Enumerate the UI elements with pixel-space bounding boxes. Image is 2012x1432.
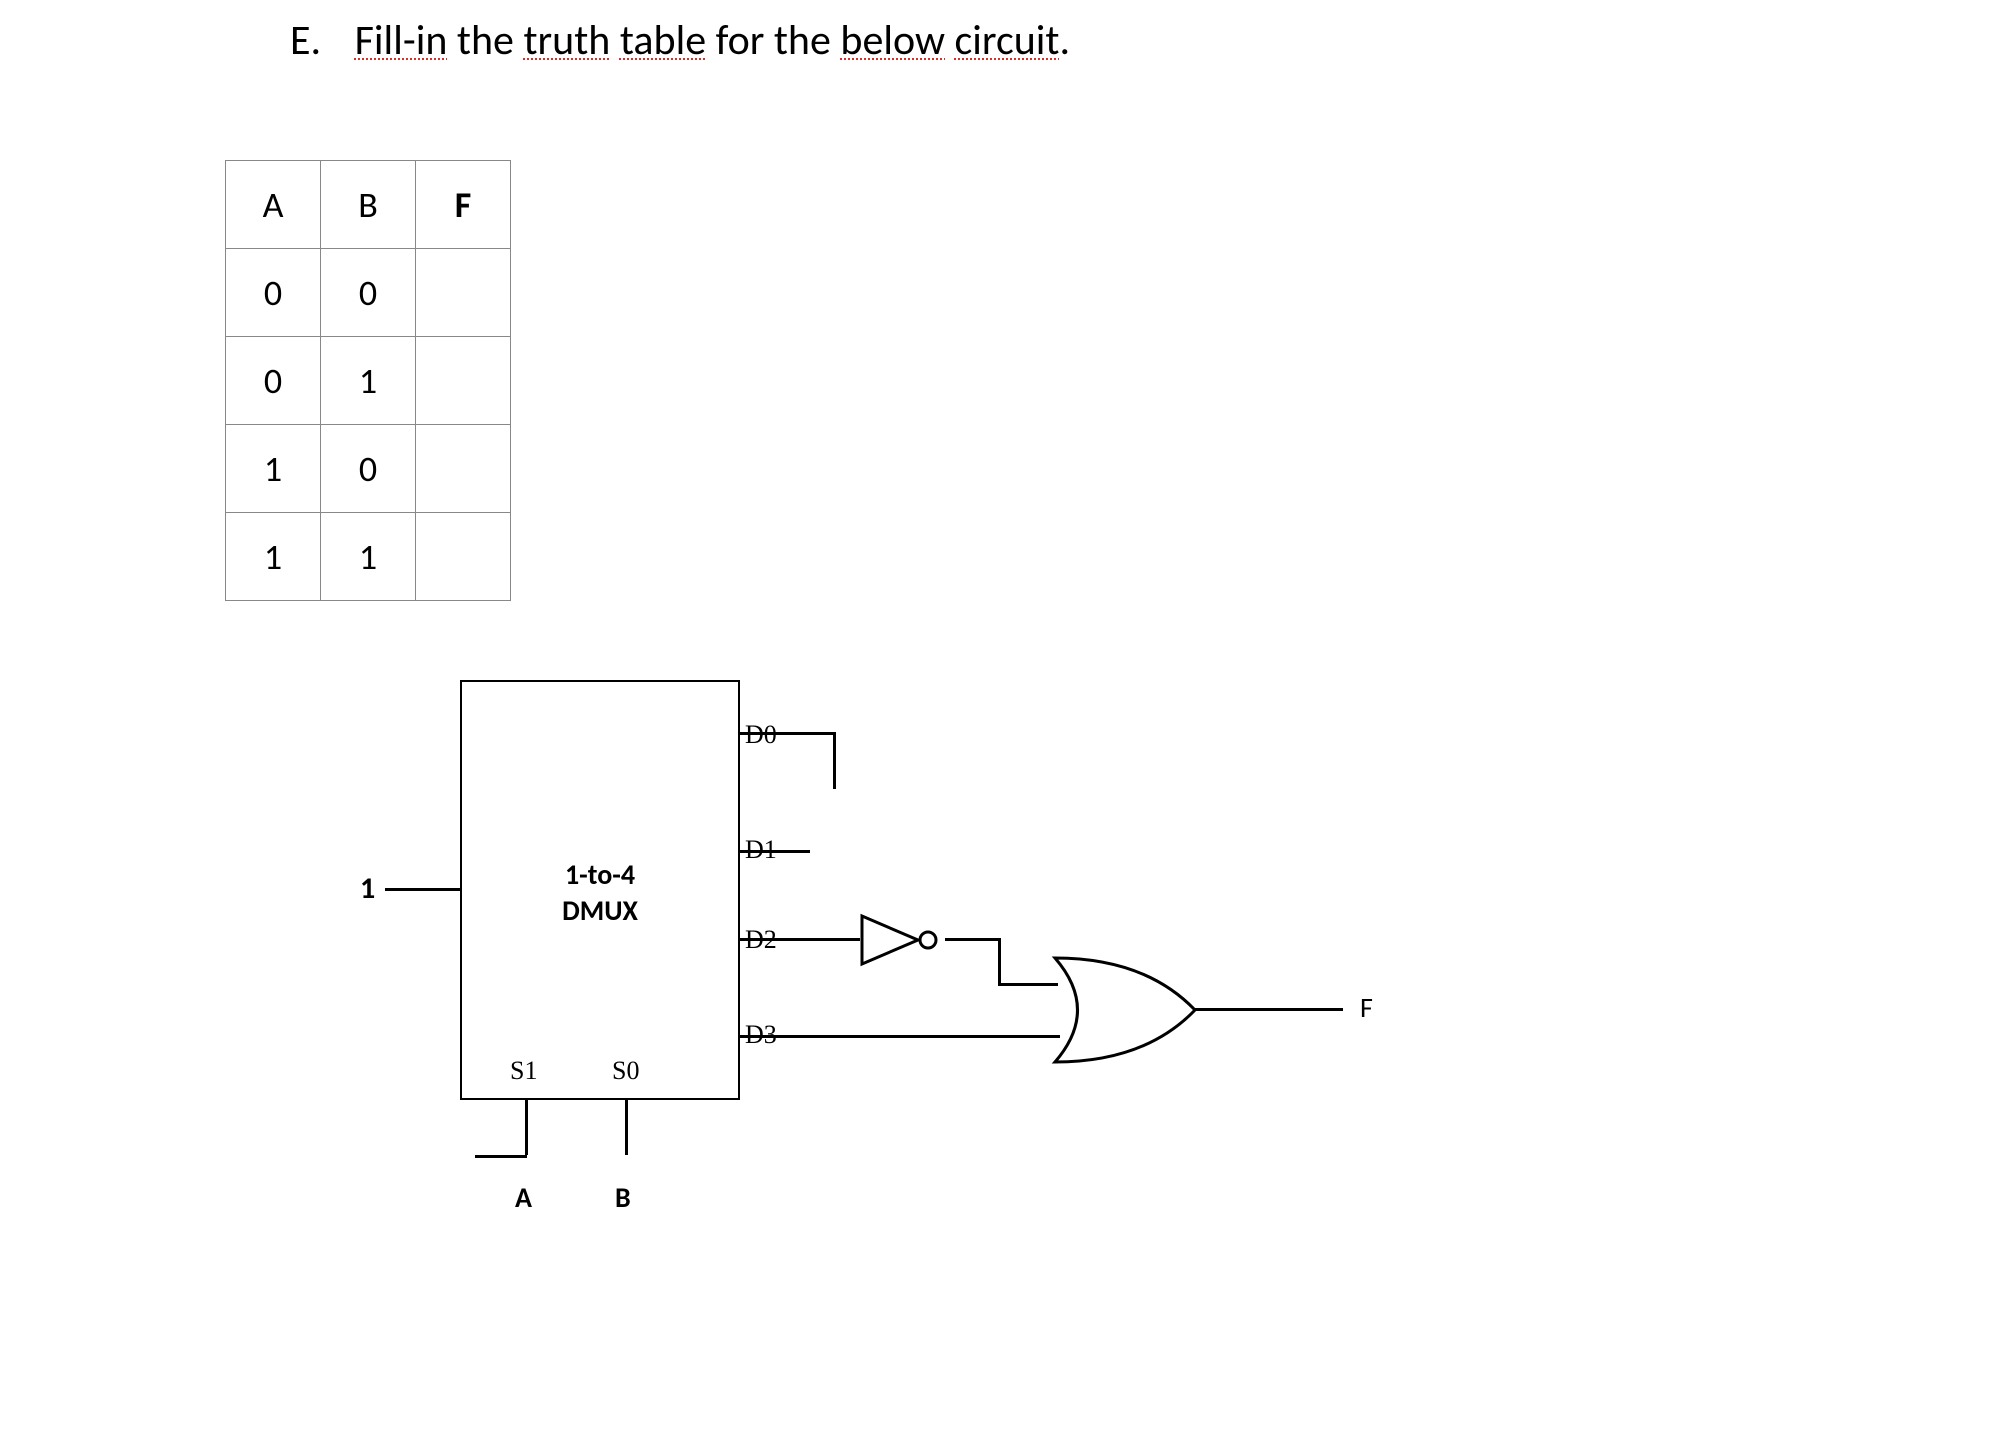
select-b-label: B xyxy=(615,1180,631,1215)
dmux-line1: 1-to-4 xyxy=(562,857,638,893)
table-row: 0 0 xyxy=(226,249,511,337)
wire-input xyxy=(385,888,460,891)
select-a-label: A xyxy=(515,1180,532,1215)
list-letter: E. xyxy=(290,15,321,66)
question-heading: E. Fill-in the truth table for the below… xyxy=(290,15,1070,66)
cell-b: 1 xyxy=(321,513,416,601)
dmux-title: 1-to-4 DMUX xyxy=(562,857,638,930)
table-header-row: A B F xyxy=(226,161,511,249)
q-text-3: truth xyxy=(523,15,610,66)
input-value-label: 1 xyxy=(360,870,375,907)
wire-inv-to-or xyxy=(998,983,1058,986)
wire-d0-stub xyxy=(833,732,836,789)
header-f: F xyxy=(416,161,511,249)
q-text-2: the xyxy=(447,15,523,66)
cell-a: 1 xyxy=(226,513,321,601)
wire-s1-horz xyxy=(475,1155,527,1158)
wire-d1 xyxy=(740,850,810,853)
q-text-1: Fill-in xyxy=(355,15,448,66)
q-text-10: . xyxy=(1059,15,1070,66)
dmux-component: 1-to-4 DMUX S1 S0 xyxy=(460,680,740,1100)
cell-a: 0 xyxy=(226,337,321,425)
table-row: 1 1 xyxy=(226,513,511,601)
dmux-line2: DMUX xyxy=(562,893,638,929)
q-text-7: below xyxy=(840,15,945,66)
table-row: 1 0 xyxy=(226,425,511,513)
not-gate-icon xyxy=(860,912,950,968)
table-row: 0 1 xyxy=(226,337,511,425)
cell-f[interactable] xyxy=(416,513,511,601)
q-text-4 xyxy=(610,15,620,66)
wire-inv-down xyxy=(998,938,1001,985)
q-text-9: circuit xyxy=(955,15,1060,66)
cell-a: 1 xyxy=(226,425,321,513)
q-text-6: for the xyxy=(706,15,840,66)
wire-output-f xyxy=(1193,1008,1343,1011)
cell-f[interactable] xyxy=(416,425,511,513)
port-s1-label: S1 xyxy=(510,1056,537,1086)
cell-b: 1 xyxy=(321,337,416,425)
wire-s1 xyxy=(525,1100,528,1155)
circuit-diagram: 1 1-to-4 DMUX S1 S0 D0 D1 D2 D3 A B F xyxy=(320,680,1420,1280)
q-text-5: table xyxy=(620,15,706,66)
wire-inv-out xyxy=(945,938,1000,941)
header-a: A xyxy=(226,161,321,249)
cell-b: 0 xyxy=(321,425,416,513)
header-b: B xyxy=(321,161,416,249)
output-f-label: F xyxy=(1360,990,1373,1025)
q-text-8 xyxy=(945,15,955,66)
port-s0-label: S0 xyxy=(612,1056,639,1086)
wire-d0 xyxy=(740,732,835,735)
cell-a: 0 xyxy=(226,249,321,337)
cell-b: 0 xyxy=(321,249,416,337)
wire-d2 xyxy=(740,938,860,941)
truth-table: A B F 0 0 0 1 1 0 1 1 xyxy=(225,160,511,601)
wire-s0 xyxy=(625,1100,628,1155)
cell-f[interactable] xyxy=(416,249,511,337)
port-d1-label: D1 xyxy=(745,835,1460,865)
wire-d3 xyxy=(740,1035,1060,1038)
cell-f[interactable] xyxy=(416,337,511,425)
port-d0-label: D0 xyxy=(745,720,1460,750)
